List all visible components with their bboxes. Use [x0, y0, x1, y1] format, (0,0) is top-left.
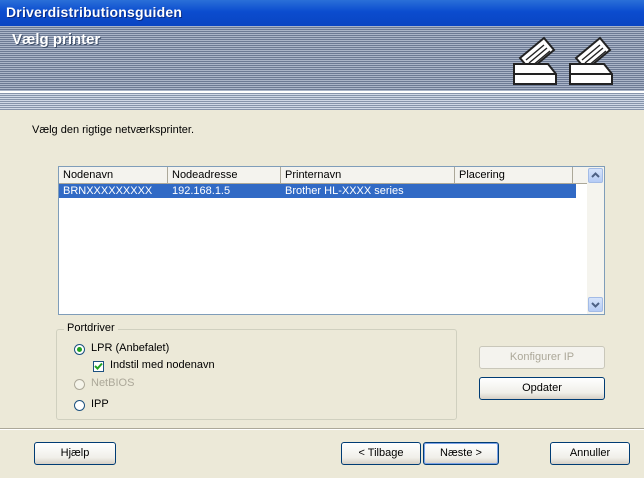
vertical-scrollbar[interactable] [587, 167, 604, 314]
indstil-nodenavn-label[interactable]: Indstil med nodenavn [110, 359, 215, 371]
printer-list[interactable]: Nodenavn Nodeadresse Printernavn Placeri… [58, 166, 605, 315]
netbios-label: NetBIOS [91, 377, 135, 389]
column-header-nodeadresse[interactable]: Nodeadresse [168, 167, 281, 183]
cancel-button[interactable]: Annuller [550, 442, 630, 465]
window-title: Driverdistributionsguiden [6, 4, 183, 20]
printer-icon [569, 36, 613, 85]
portdriver-label: Portdriver [64, 322, 118, 334]
help-button[interactable]: Hjælp [34, 442, 116, 465]
title-bar: Driverdistributionsguiden [0, 0, 644, 26]
footer-divider [0, 428, 644, 430]
indstil-nodenavn-checkbox[interactable] [93, 361, 104, 372]
back-button[interactable]: < Tilbage [341, 442, 421, 465]
list-header: Nodenavn Nodeadresse Printernavn Placeri… [59, 167, 587, 184]
ipp-label[interactable]: IPP [91, 398, 109, 410]
cell-nodenavn: BRNXXXXXXXXX [63, 185, 153, 197]
lpr-radio[interactable] [74, 344, 85, 355]
netbios-radio [74, 379, 85, 390]
chevron-down-icon [591, 302, 600, 308]
next-button[interactable]: Næste > [423, 442, 499, 465]
lpr-label-text: LPR (Anbefalet) [91, 342, 170, 354]
lpr-label[interactable]: LPR (Anbefalet) [91, 342, 169, 354]
column-header-nodenavn[interactable]: Nodenavn [59, 167, 168, 183]
scroll-down-button[interactable] [588, 297, 603, 312]
cell-printernavn: Brother HL-XXXX series [285, 185, 404, 197]
checkmark-icon [94, 362, 103, 370]
chevron-up-icon [591, 172, 600, 178]
banner-divider [0, 91, 644, 93]
configure-ip-button: Konfigurer IP [479, 346, 605, 369]
cell-nodeadresse: 192.168.1.5 [172, 185, 231, 197]
column-header-placering[interactable]: Placering [455, 167, 573, 183]
instruction-text: Vælg den rigtige netværksprinter. [32, 124, 195, 136]
cell-placering [455, 184, 573, 198]
radio-dot [77, 347, 82, 352]
update-button[interactable]: Opdater [479, 377, 605, 400]
table-row[interactable]: BRNXXXXXXXXX 192.168.1.5 Brother HL-XXXX… [59, 184, 576, 198]
scroll-up-button[interactable] [588, 168, 603, 183]
printer-icon [513, 36, 557, 85]
column-header-printernavn[interactable]: Printernavn [281, 167, 455, 183]
page-title: Vælg printer [12, 31, 101, 48]
ipp-radio[interactable] [74, 400, 85, 411]
